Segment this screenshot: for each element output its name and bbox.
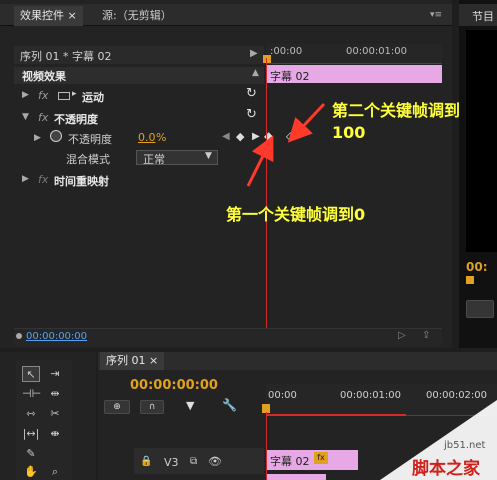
add-marker-icon[interactable]: ▼ bbox=[186, 399, 194, 412]
settings-wrench-icon[interactable]: 🔧 bbox=[222, 398, 237, 412]
track-v3-name: V3 bbox=[164, 456, 179, 469]
zoom-tool-icon[interactable]: ⌕ bbox=[46, 464, 64, 480]
tab-sequence-01[interactable]: 序列 01 × bbox=[100, 352, 165, 370]
selection-tool-icon[interactable]: ↖ bbox=[22, 366, 40, 382]
timeline-clip-label: 字幕 02 bbox=[270, 455, 310, 468]
timeline-clip-lower bbox=[266, 474, 326, 480]
sync-lock-icon[interactable]: ⧉ bbox=[190, 456, 197, 467]
linked-selection-button[interactable]: ∩ bbox=[140, 400, 164, 414]
pen-tool-icon[interactable]: ✎ bbox=[22, 446, 40, 462]
track-select-tool-icon[interactable]: ⇥ bbox=[46, 366, 64, 382]
snap-button[interactable]: ⊕ bbox=[104, 400, 130, 414]
watermark-site: jb51.net bbox=[444, 440, 486, 451]
annotation-second-keyframe-line1: 第二个关键帧调到 bbox=[332, 101, 461, 120]
slip-tool-icon[interactable]: |↔| bbox=[22, 426, 40, 442]
rate-stretch-tool-icon[interactable]: ⇿ bbox=[22, 406, 40, 422]
rolling-edit-tool-icon[interactable]: ⇹ bbox=[46, 386, 64, 402]
watermark-name: 脚本之家 bbox=[412, 459, 480, 479]
slide-tool-icon[interactable]: ⇼ bbox=[46, 426, 64, 442]
timeline-clip-fx-badge[interactable]: fx bbox=[314, 452, 328, 464]
annotation-second-keyframe-line2: 100 bbox=[332, 123, 366, 142]
timeline-ruler-label-0: 00:00 bbox=[268, 390, 297, 401]
razor-tool-icon[interactable]: ✂ bbox=[46, 406, 64, 422]
ripple-edit-tool-icon[interactable]: ⊣⊢ bbox=[22, 386, 41, 402]
track-v3-header bbox=[134, 448, 264, 474]
annotation-first-keyframe: 第一个关键帧调到0 bbox=[226, 205, 366, 224]
hand-tool-icon[interactable]: ✋ bbox=[22, 464, 40, 480]
timeline-playhead-line bbox=[266, 412, 267, 480]
lock-icon[interactable]: 🔒 bbox=[140, 456, 152, 467]
arrow-to-keyframe-2 bbox=[287, 102, 326, 143]
eye-icon[interactable]: 👁 bbox=[208, 455, 222, 468]
timeline-timecode[interactable]: 00:00:00:00 bbox=[130, 378, 218, 393]
arrow-to-keyframe-1 bbox=[246, 135, 274, 187]
